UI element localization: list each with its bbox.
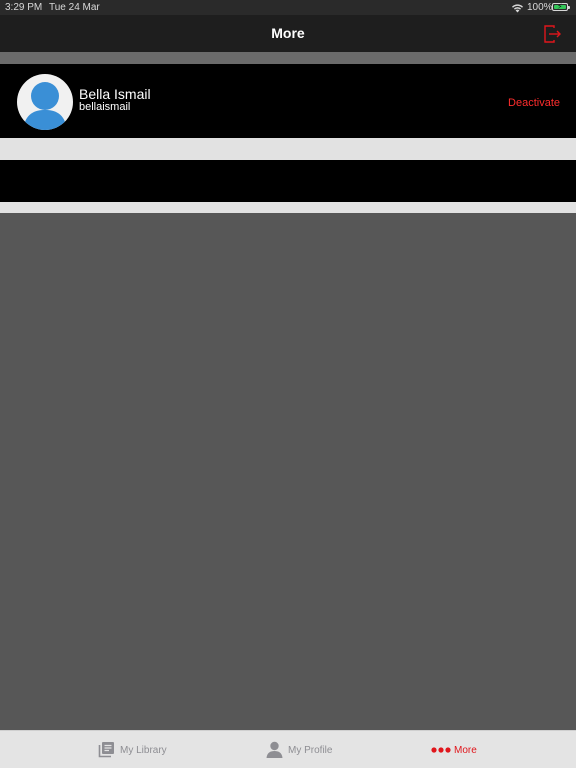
battery-percentage: 100% <box>527 2 553 13</box>
empty-row <box>0 160 576 202</box>
profile-row: Bella Ismail bellaismail Deactivate <box>0 64 576 138</box>
wifi-icon <box>512 4 523 13</box>
profile-username: bellaismail <box>79 101 131 113</box>
more-dots-icon <box>431 747 451 753</box>
section-separator <box>0 138 576 160</box>
user-avatar-icon <box>17 74 73 130</box>
library-icon <box>98 742 114 758</box>
page-title: More <box>271 25 305 41</box>
status-bar: 3:29 PM Tue 24 Mar 100% ⚡ <box>0 0 576 15</box>
tab-more[interactable]: More <box>431 741 491 761</box>
tab-my-library[interactable]: My Library <box>98 741 178 761</box>
section-separator <box>0 52 576 64</box>
logout-icon[interactable] <box>542 24 562 44</box>
status-date: Tue 24 Mar <box>49 2 100 13</box>
deactivate-button[interactable]: Deactivate <box>508 97 560 109</box>
status-time: 3:29 PM <box>5 2 43 13</box>
tab-label: More <box>454 745 477 756</box>
tab-label: My Library <box>120 745 167 756</box>
tab-bar: My Library My Profile More <box>0 730 576 768</box>
section-separator <box>0 202 576 213</box>
battery-icon: ⚡ <box>552 2 570 11</box>
tab-label: My Profile <box>288 745 333 756</box>
navigation-bar: More <box>0 15 576 52</box>
profile-icon <box>266 741 283 758</box>
profile-name: Bella Ismail <box>79 86 151 102</box>
tab-my-profile[interactable]: My Profile <box>266 741 346 761</box>
